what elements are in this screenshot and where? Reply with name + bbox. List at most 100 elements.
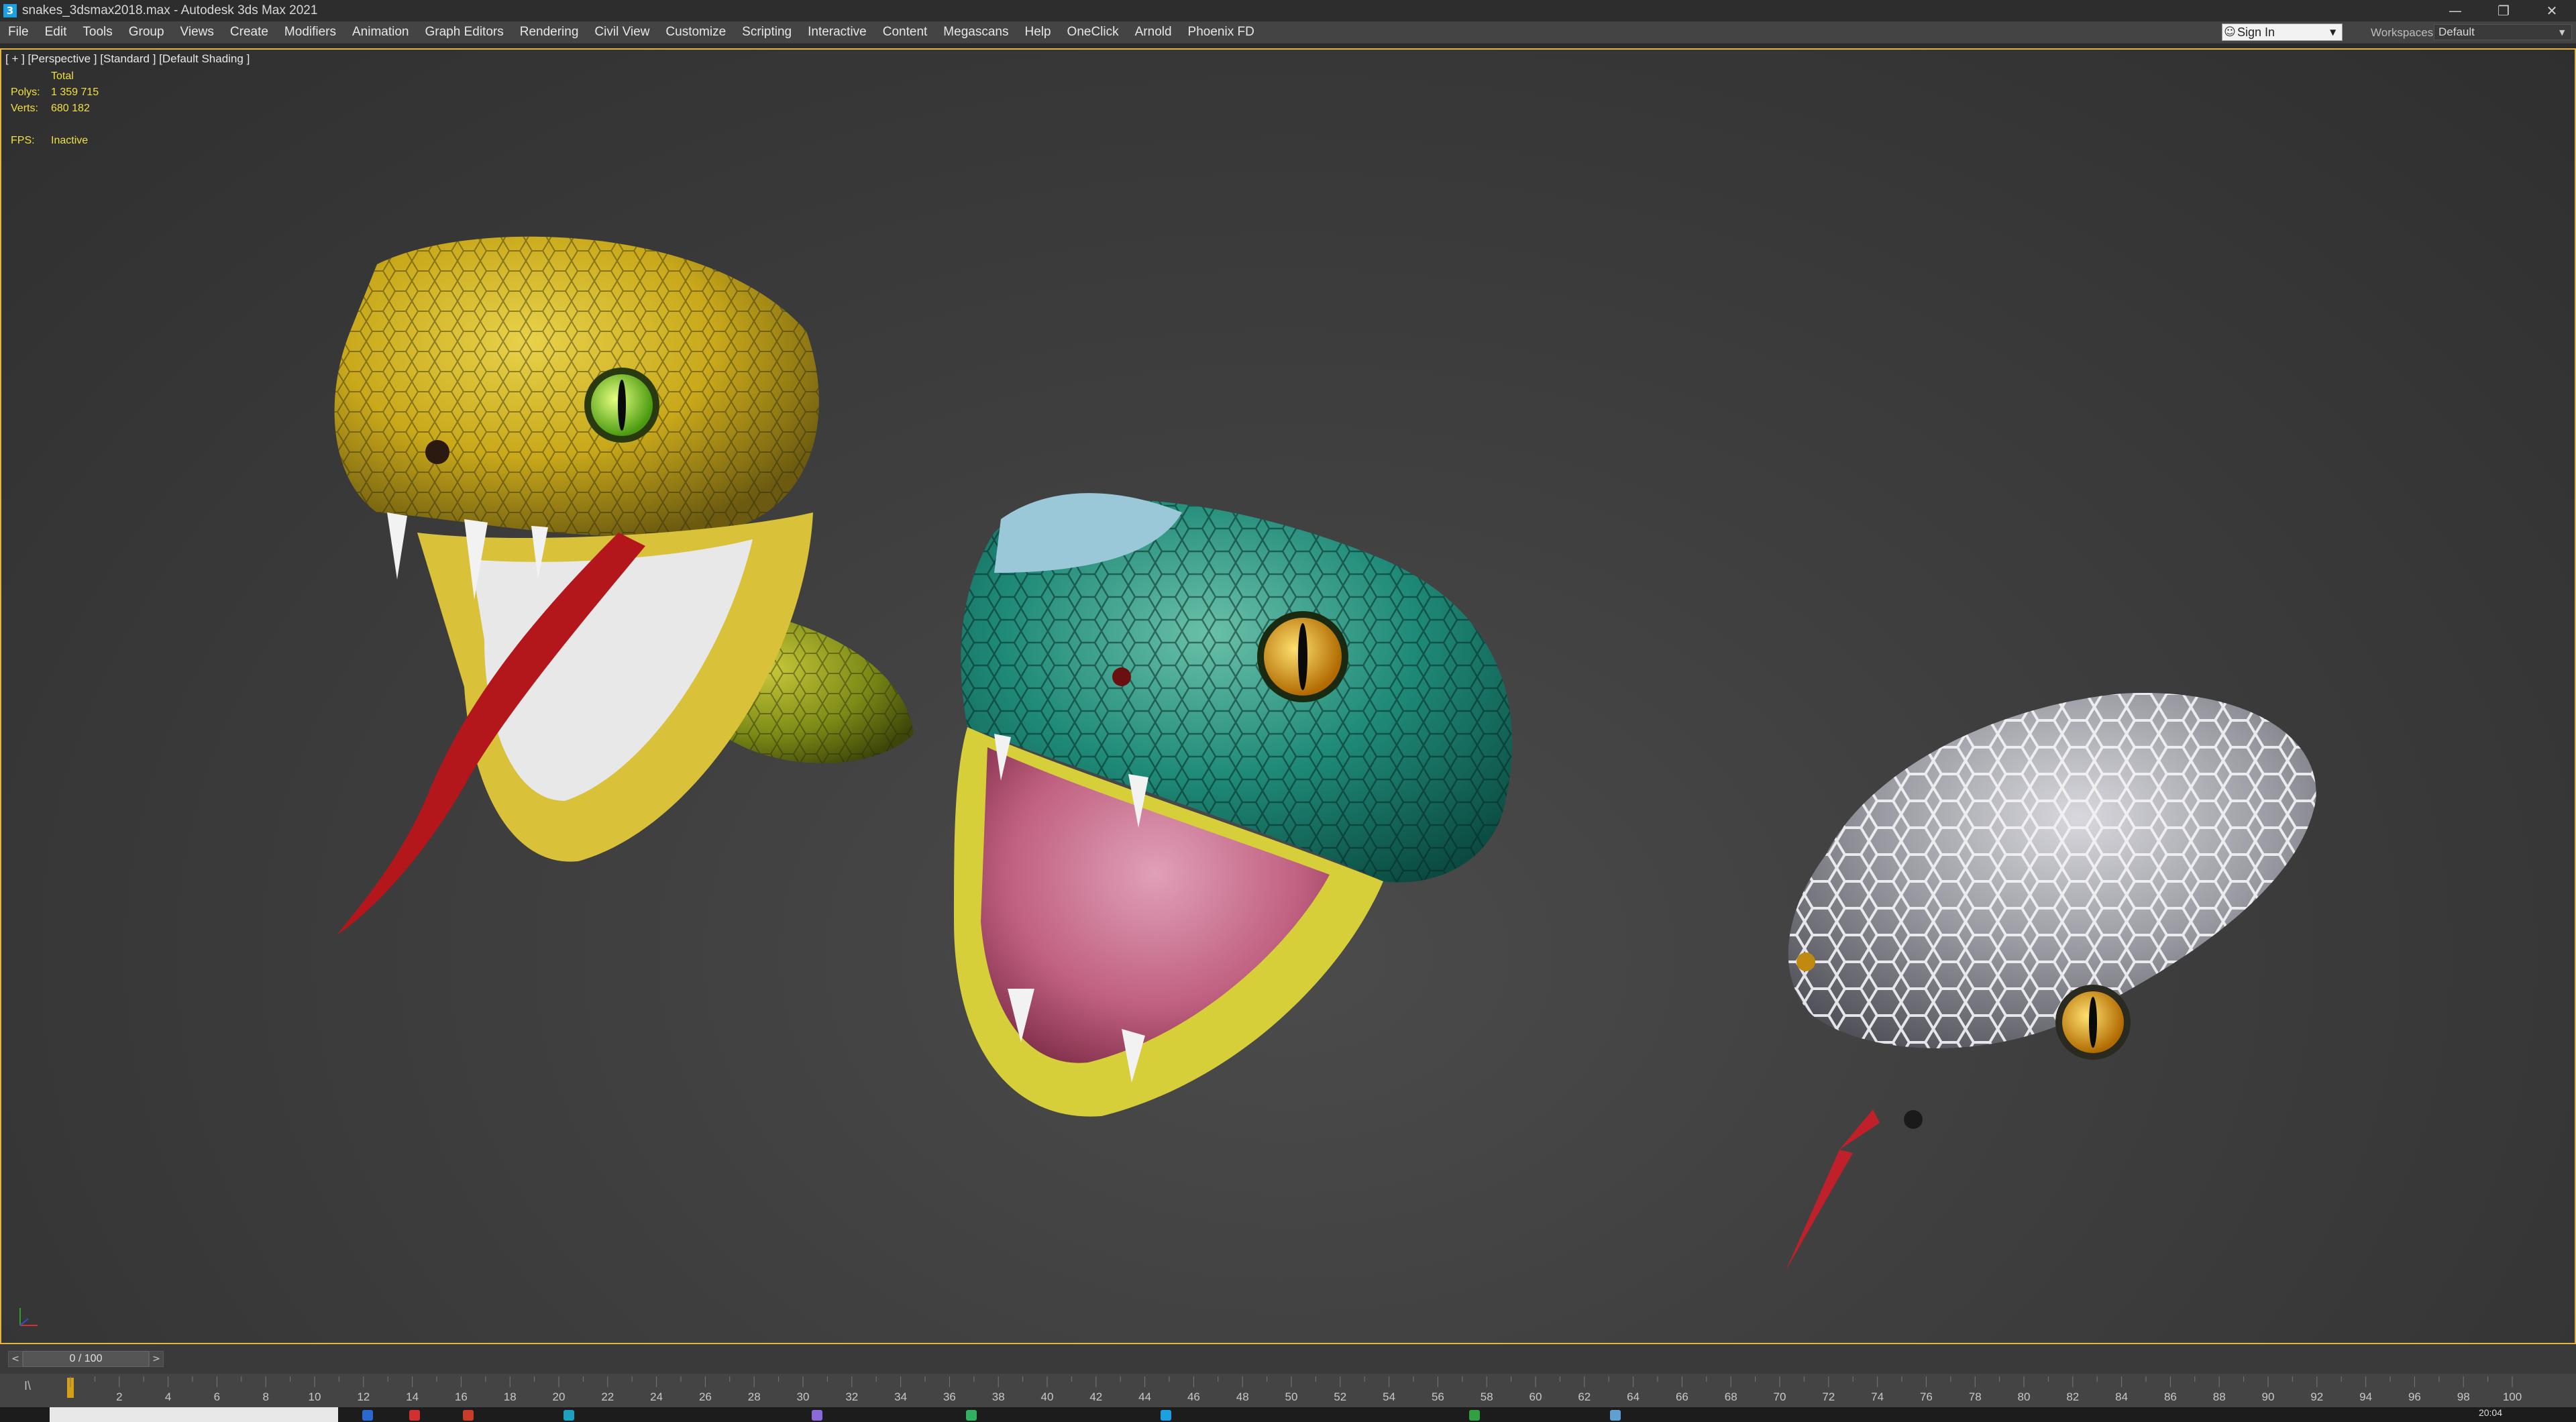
time-slider[interactable]: < 0 / 100 > xyxy=(0,1344,2576,1374)
ruler-tick-label: 38 xyxy=(992,1390,1005,1403)
ruler-tick-label: 66 xyxy=(1676,1390,1688,1403)
menu-bar: File Edit Tools Group Views Create Modif… xyxy=(0,21,2576,44)
menu-views[interactable]: Views xyxy=(172,25,222,40)
axis-gizmo-icon xyxy=(19,1308,38,1326)
ruler-tick-label: 82 xyxy=(2066,1390,2079,1403)
menu-scripting[interactable]: Scripting xyxy=(734,25,800,40)
ruler-tick-label: 62 xyxy=(1578,1390,1591,1403)
chevron-down-icon: ▼ xyxy=(2559,28,2565,37)
user-icon: ☺ xyxy=(2224,25,2236,39)
sign-in-dropdown[interactable]: ☺ Sign In ▼ xyxy=(2222,23,2343,41)
menu-group[interactable]: Group xyxy=(121,25,172,40)
teal-snake-model[interactable] xyxy=(954,493,1512,1117)
ruler-tick-label: 26 xyxy=(699,1390,712,1403)
ruler-tick-label: 60 xyxy=(1529,1390,1542,1403)
app-icon[interactable] xyxy=(564,1410,574,1421)
taskbar-search-box[interactable] xyxy=(50,1407,338,1422)
menu-help[interactable]: Help xyxy=(1016,25,1059,40)
menu-file[interactable]: File xyxy=(0,25,37,40)
ruler-tick-label: 58 xyxy=(1481,1390,1493,1403)
app-icon[interactable] xyxy=(463,1410,474,1421)
ruler-tick-label: 76 xyxy=(1920,1390,1933,1403)
sign-in-label: Sign In xyxy=(2237,25,2275,39)
menu-arnold[interactable]: Arnold xyxy=(1127,25,1180,40)
ruler-tick-label: 74 xyxy=(1871,1390,1884,1403)
ruler-tick-label: 16 xyxy=(455,1390,468,1403)
ruler-tick-label: 2 xyxy=(116,1390,122,1403)
perspective-viewport[interactable]: [ + ] [Perspective ] [Standard ] [Defaul… xyxy=(0,48,2576,1344)
workspaces-value: Default xyxy=(2438,25,2475,38)
ruler-tick-label: 86 xyxy=(2164,1390,2177,1403)
os-taskbar: 20:04 xyxy=(0,1407,2576,1422)
menu-phoenix-fd[interactable]: Phoenix FD xyxy=(1180,25,1263,40)
ruler-tick-label: 96 xyxy=(2408,1390,2421,1403)
ruler-tick-label: 88 xyxy=(2213,1390,2226,1403)
ruler-tick-label: 98 xyxy=(2457,1390,2470,1403)
yellow-snake-model[interactable] xyxy=(334,236,914,935)
window-controls: — ❐ ✕ xyxy=(2431,0,2576,21)
ruler-tick-label: 46 xyxy=(1187,1390,1200,1403)
window-title: snakes_3dsmax2018.max - Autodesk 3ds Max… xyxy=(22,3,318,17)
scene-render xyxy=(334,236,2316,1270)
track-bar[interactable]: I\ 2 4 6 8 10 12 14 16 18 20 22 24 26 28 30 32 34 36 38 40 4… xyxy=(0,1374,2576,1407)
menu-modifiers[interactable]: Modifiers xyxy=(276,25,344,40)
restore-button[interactable]: ❐ xyxy=(2479,0,2528,21)
ruler-tick-label: 64 xyxy=(1627,1390,1640,1403)
3ds-max-taskbar-icon[interactable] xyxy=(1161,1410,1171,1421)
ruler-tick-label: 84 xyxy=(2115,1390,2128,1403)
ruler-tick-label: 30 xyxy=(797,1390,810,1403)
ruler-tick-label: 40 xyxy=(1041,1390,1054,1403)
ruler-tick-label: 12 xyxy=(357,1390,370,1403)
menu-edit[interactable]: Edit xyxy=(37,25,75,40)
menu-rendering[interactable]: Rendering xyxy=(512,25,587,40)
workspaces-label: Workspaces: xyxy=(2371,26,2436,39)
ruler-tick-label: 68 xyxy=(1725,1390,1737,1403)
ruler-tick-label: 78 xyxy=(1969,1390,1982,1403)
ruler-tick-label: 52 xyxy=(1334,1390,1346,1403)
chevron-down-icon: ▼ xyxy=(2330,28,2337,37)
ruler-tick-label: 80 xyxy=(2018,1390,2031,1403)
app-icon[interactable] xyxy=(966,1410,977,1421)
ruler-tick-label: 90 xyxy=(2262,1390,2275,1403)
app-icon[interactable] xyxy=(409,1410,420,1421)
ruler-tick-label: 70 xyxy=(1774,1390,1786,1403)
app-icon[interactable] xyxy=(1469,1410,1480,1421)
ruler-tick-label: 72 xyxy=(1822,1390,1835,1403)
ruler-tick-label: 36 xyxy=(943,1390,956,1403)
ruler-tick-label: 18 xyxy=(504,1390,517,1403)
menu-customize[interactable]: Customize xyxy=(657,25,734,40)
menu-tools[interactable]: Tools xyxy=(74,25,120,40)
ruler-tick-label: 10 xyxy=(309,1390,321,1403)
menu-interactive[interactable]: Interactive xyxy=(800,25,875,40)
minimize-button[interactable]: — xyxy=(2431,0,2479,21)
ruler-tick-label: 24 xyxy=(650,1390,663,1403)
grey-snake-model[interactable] xyxy=(1786,693,2316,1270)
menu-oneclick[interactable]: OneClick xyxy=(1059,25,1127,40)
menu-megascans[interactable]: Megascans xyxy=(935,25,1016,40)
ruler-tick-label: 4 xyxy=(165,1390,171,1403)
workspaces-select[interactable]: Default ▼ xyxy=(2434,24,2572,40)
ruler-tick-label: 34 xyxy=(894,1390,907,1403)
ruler-tick-label: 14 xyxy=(406,1390,419,1403)
ruler-tick-label: 42 xyxy=(1089,1390,1102,1403)
system-clock: 20:04 xyxy=(2478,1407,2502,1418)
ruler-tick-label: 92 xyxy=(2310,1390,2323,1403)
menu-graph-editors[interactable]: Graph Editors xyxy=(417,25,512,40)
close-button[interactable]: ✕ xyxy=(2528,0,2576,21)
ruler-tick-label: 94 xyxy=(2359,1390,2372,1403)
menu-animation[interactable]: Animation xyxy=(344,25,417,40)
frame-ruler: 2 4 6 8 10 12 14 16 18 20 22 24 26 28 30 32 34 36 38 40 42 44… xyxy=(70,1376,2522,1403)
ruler-tick-label: 32 xyxy=(845,1390,858,1403)
app-icon[interactable] xyxy=(1610,1410,1621,1421)
menu-civil-view[interactable]: Civil View xyxy=(586,25,657,40)
app-icon[interactable] xyxy=(812,1410,822,1421)
time-slider-next-button[interactable]: > xyxy=(149,1351,164,1367)
menu-create[interactable]: Create xyxy=(222,25,276,40)
app-icon: 3 xyxy=(3,4,17,17)
time-slider-prev-button[interactable]: < xyxy=(8,1351,23,1367)
app-icon[interactable] xyxy=(362,1410,373,1421)
ruler-tick-label: 22 xyxy=(601,1390,614,1403)
ruler-tick-label: 54 xyxy=(1383,1390,1395,1403)
menu-content[interactable]: Content xyxy=(875,25,936,40)
time-slider-thumb[interactable]: 0 / 100 xyxy=(23,1351,149,1367)
